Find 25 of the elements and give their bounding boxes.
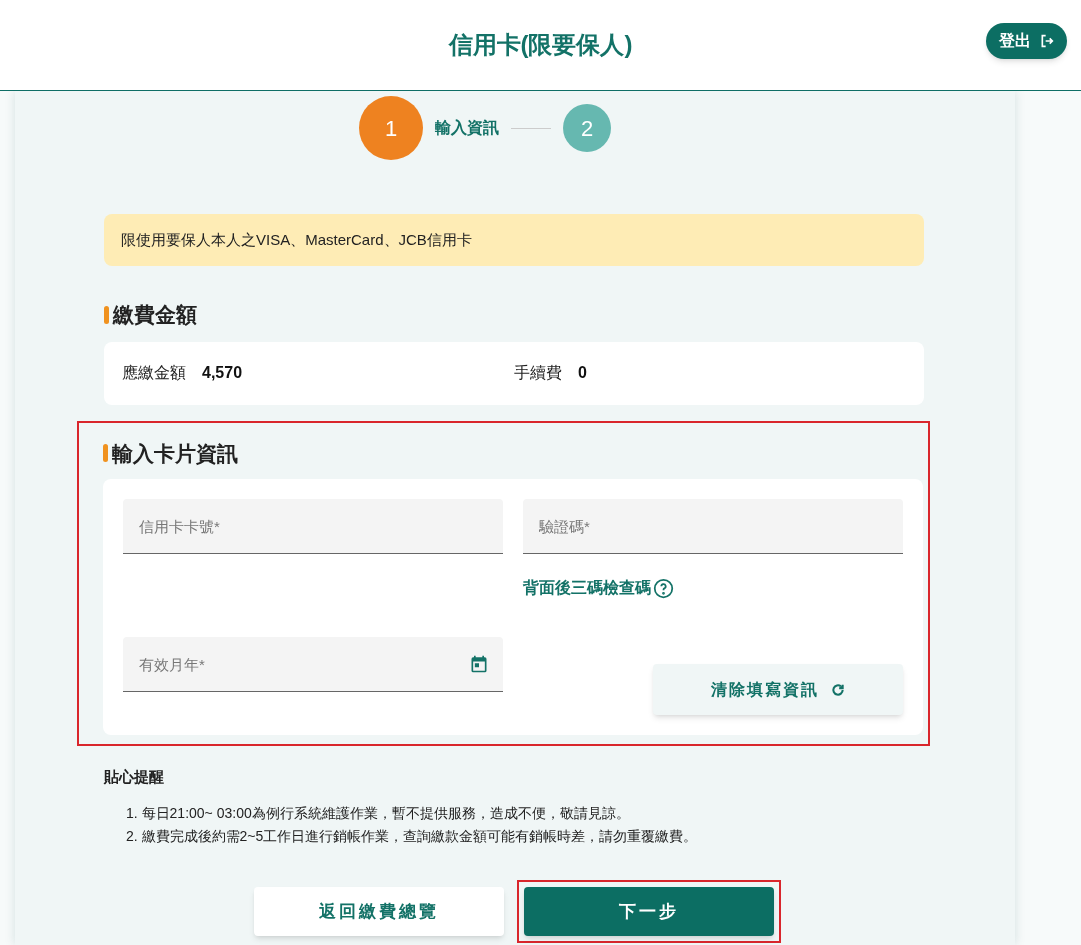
refresh-icon bbox=[831, 682, 845, 697]
section-title: 繳費金額 bbox=[113, 302, 197, 328]
section-marker bbox=[104, 305, 109, 324]
next-button[interactable]: 下一步 bbox=[524, 887, 774, 936]
amount-label: 應繳金額 bbox=[122, 363, 186, 383]
amount-value: 0 bbox=[578, 363, 587, 383]
section-marker bbox=[103, 444, 108, 463]
calendar-icon[interactable] bbox=[469, 654, 489, 674]
logout-button[interactable]: 登出 bbox=[986, 23, 1067, 59]
help-icon bbox=[653, 577, 674, 599]
tips-title: 貼心提醒 bbox=[104, 766, 165, 787]
amount-value: 4,570 bbox=[202, 363, 243, 383]
clear-button[interactable]: 清除填寫資訊 bbox=[653, 664, 903, 715]
step-label: 輸入資訊 bbox=[435, 118, 499, 138]
section-title: 輸入卡片資訊 bbox=[112, 440, 238, 467]
tip-text: 1. 每日21:00~ 03:00為例行系統維護作業，暫不提供服務，造成不便，敬請見諒。 bbox=[126, 804, 631, 823]
tip-text: 2. 繳費完成後約需2~5工作日進行銷帳作業，查詢繳款金額可能有銷帳時差，請勿重覆繳費。 bbox=[126, 827, 699, 846]
back-button[interactable]: 返回繳費總覽 bbox=[254, 887, 504, 936]
amount-label: 手續費 bbox=[514, 363, 562, 383]
input-field[interactable]: 驗證碼* bbox=[523, 499, 903, 554]
help-link[interactable]: 背面後三碼檢查碼 bbox=[523, 576, 674, 600]
page-title: 信用卡(限要保人) bbox=[448, 30, 633, 60]
input-field[interactable]: 有效月年* bbox=[123, 637, 503, 692]
input-field[interactable]: 信用卡卡號* bbox=[123, 499, 503, 554]
notice-banner: 限使用要保人本人之VISA、MasterCard、JCB信用卡 bbox=[104, 214, 924, 266]
